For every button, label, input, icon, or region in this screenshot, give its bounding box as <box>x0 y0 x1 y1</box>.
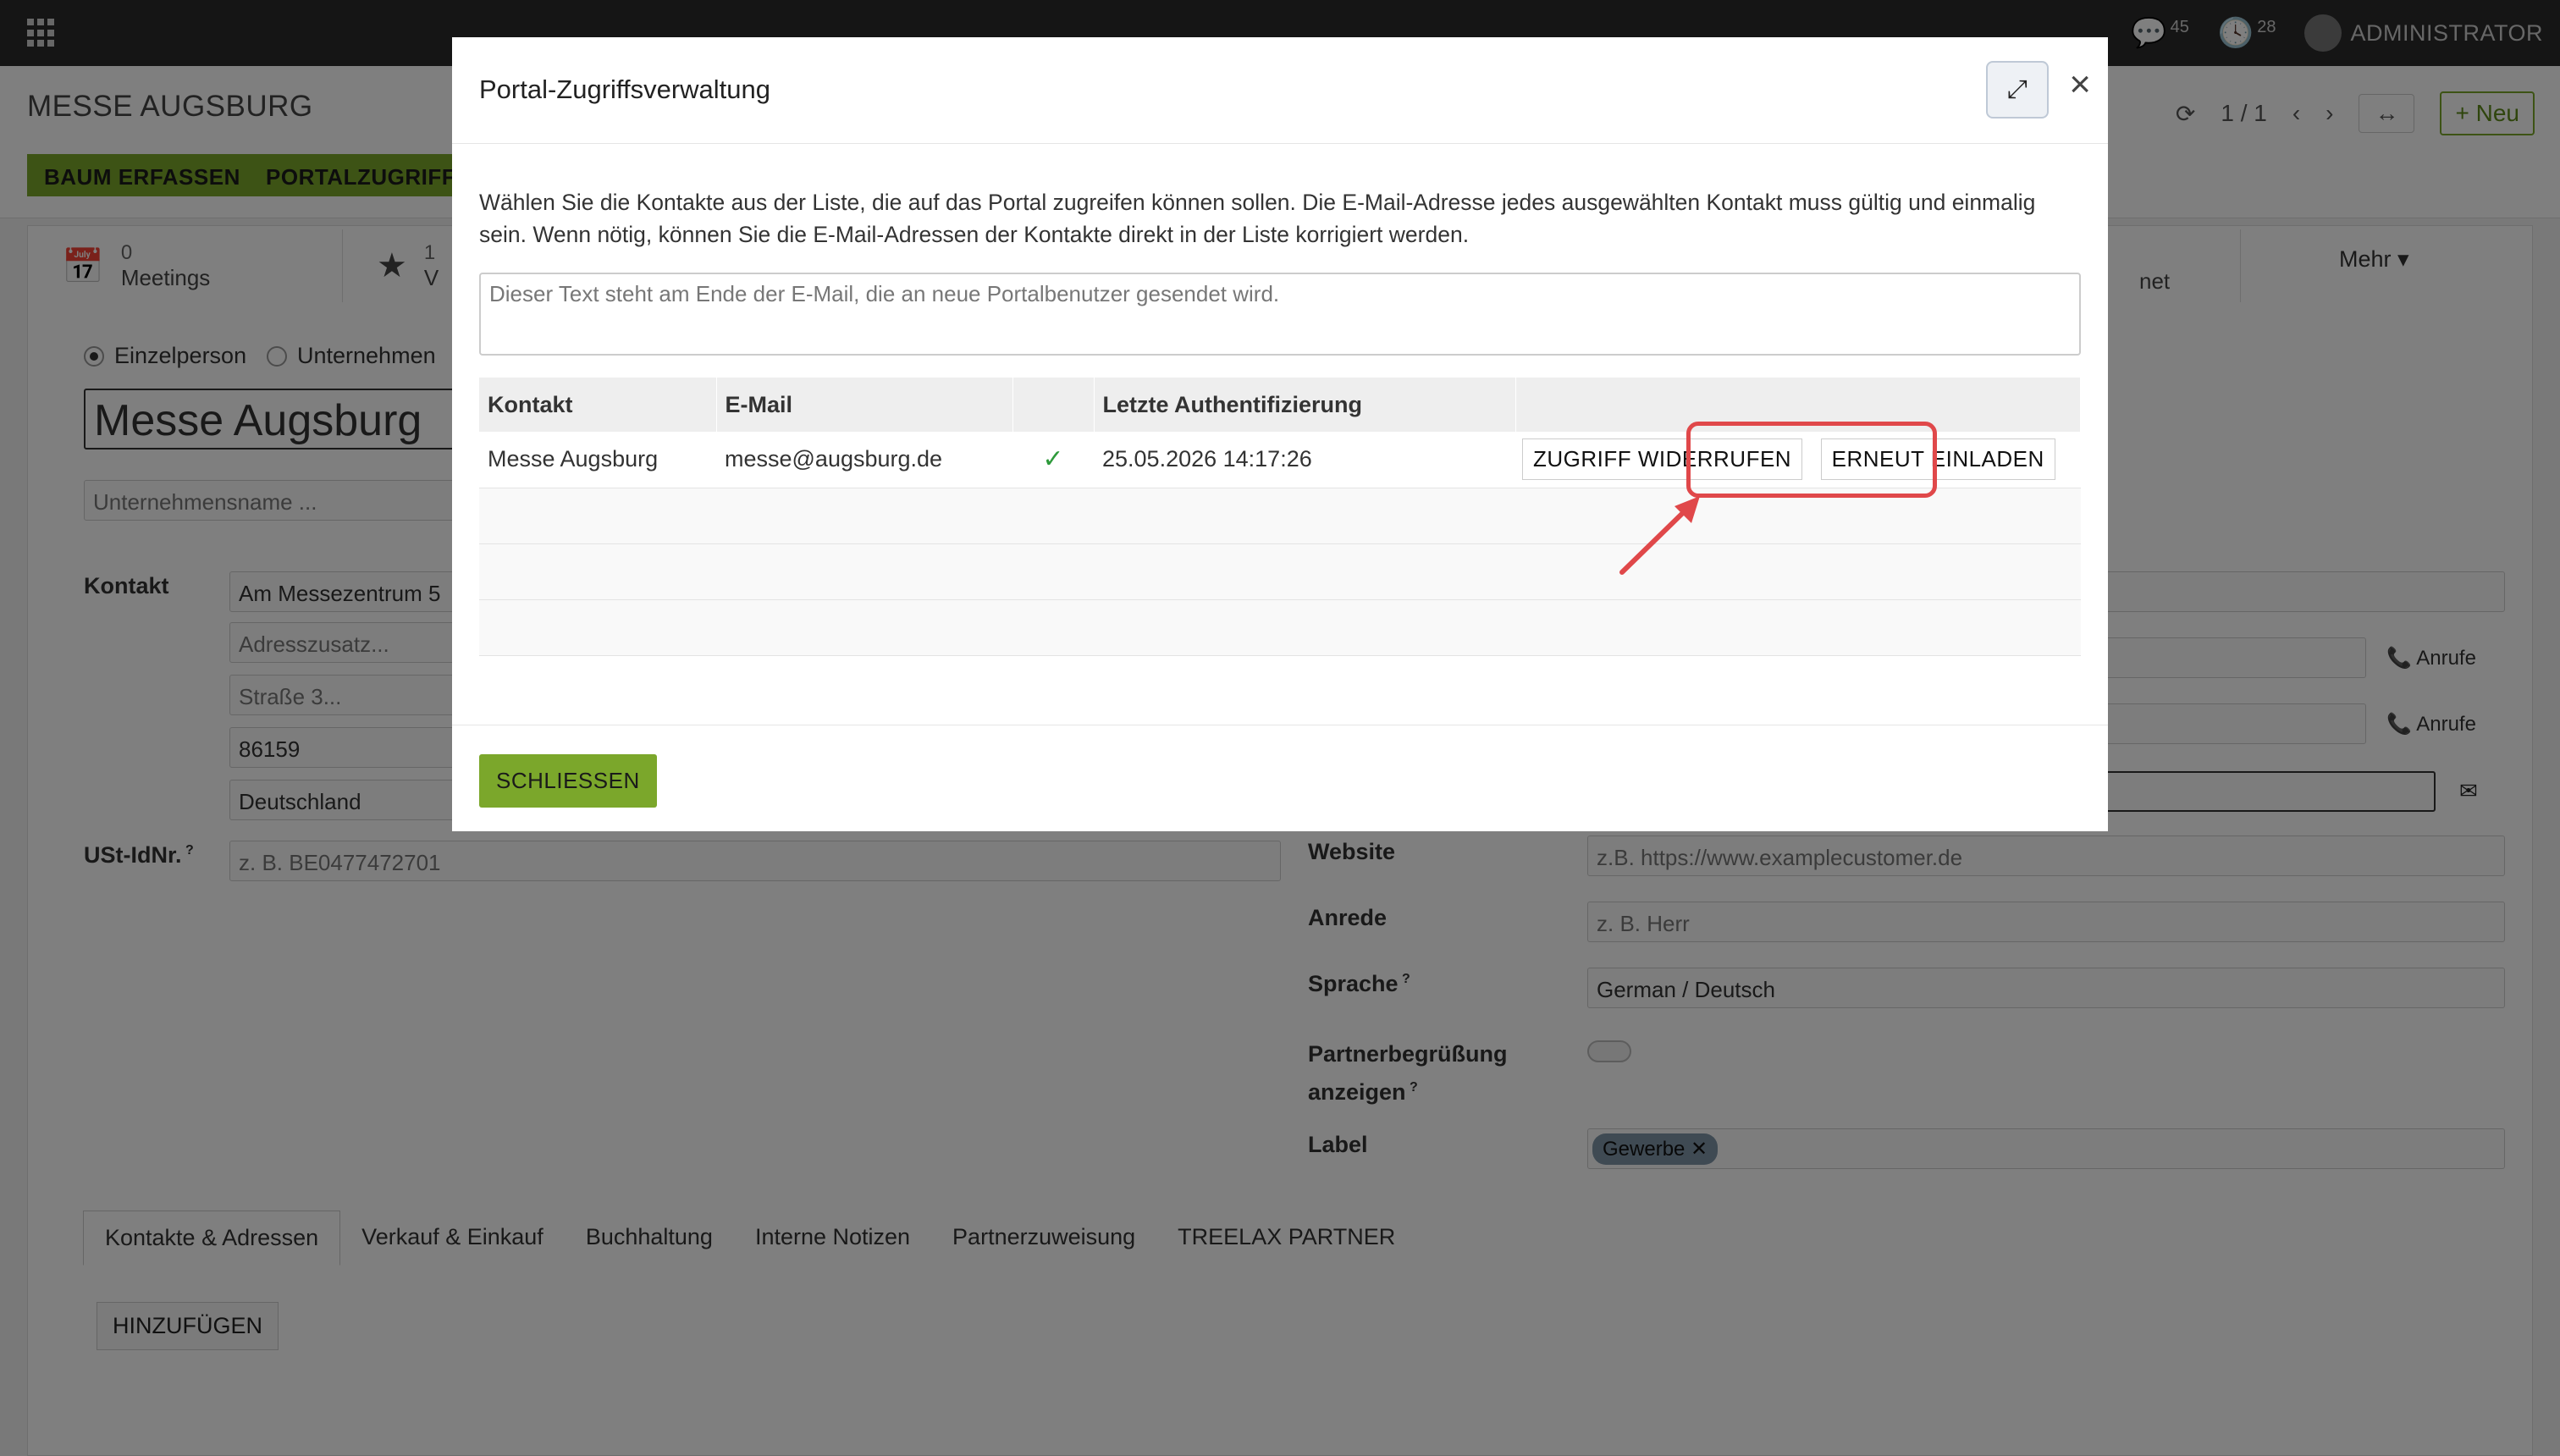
portal-users-table: Kontakt E-Mail Letzte Authentifizierung … <box>479 378 2081 656</box>
close-dialog-button[interactable]: SCHLIESSEN <box>479 754 657 808</box>
portal-access-dialog: Portal-Zugriffsverwaltung ⤢ × Wählen Sie… <box>452 37 2108 831</box>
dialog-intro-text: Wählen Sie die Kontakte aus der Liste, d… <box>479 190 2036 247</box>
reinvite-highlight-box <box>1686 422 1937 498</box>
column-header-last-auth: Letzte Authentifizierung <box>1094 378 1516 432</box>
cell-email[interactable]: messe@augsburg.de <box>716 432 1012 488</box>
welcome-message-field[interactable]: Dieser Text steht am Ende der E-Mail, di… <box>479 273 2081 356</box>
check-icon: ✓ <box>1012 432 1094 488</box>
cell-last-auth: 25.05.2026 14:17:26 <box>1094 432 1515 488</box>
dialog-footer: SCHLIESSEN <box>452 725 2108 831</box>
column-header-status <box>1012 378 1095 432</box>
cell-contact[interactable]: Messe Augsburg <box>479 432 716 488</box>
expand-icon[interactable]: ⤢ <box>1986 61 2049 119</box>
dialog-header: Portal-Zugriffsverwaltung ⤢ × <box>452 37 2108 144</box>
close-icon[interactable]: × <box>2069 66 2091 103</box>
table-row <box>479 599 2081 656</box>
column-header-contact: Kontakt <box>479 378 717 432</box>
dialog-title: Portal-Zugriffsverwaltung <box>479 74 771 104</box>
annotation-arrow-icon <box>1619 496 1700 575</box>
table-row <box>479 543 2081 600</box>
column-header-email: E-Mail <box>716 378 1013 432</box>
